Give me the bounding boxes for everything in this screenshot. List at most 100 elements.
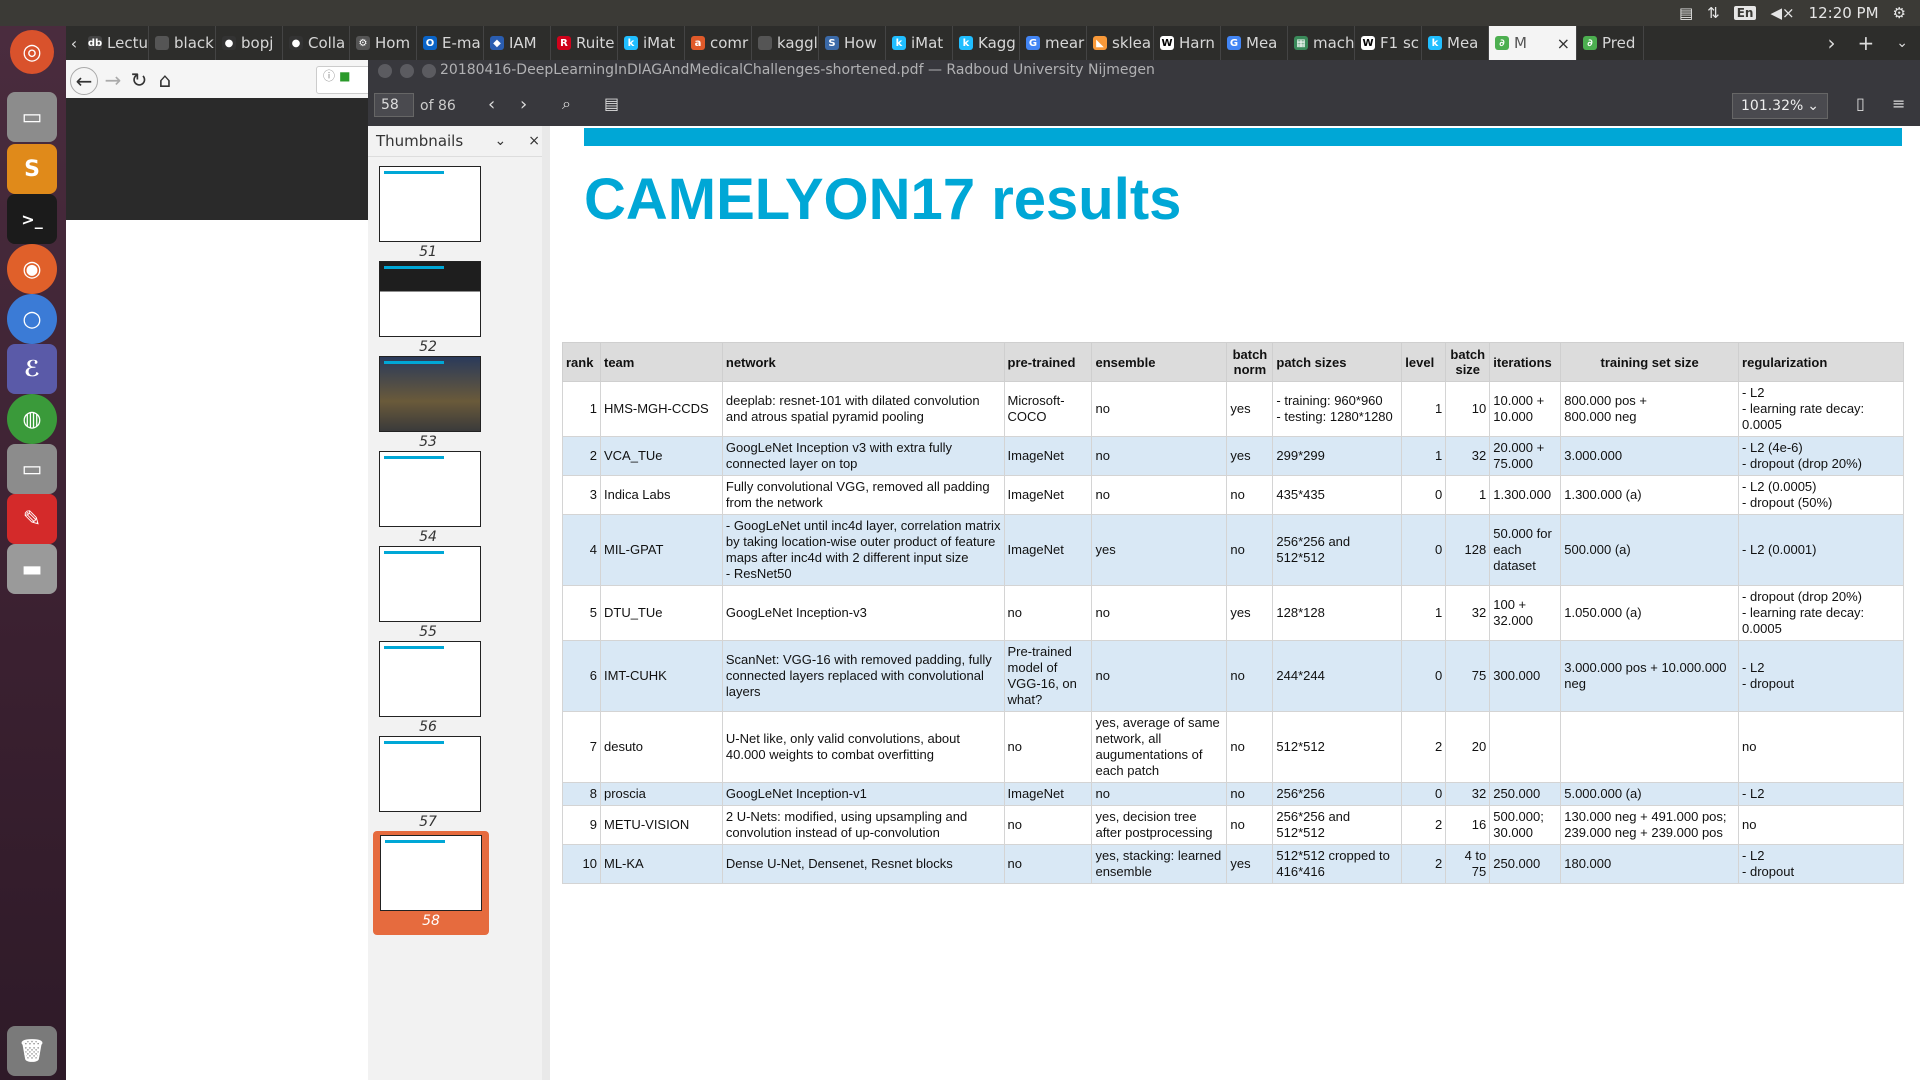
files-icon[interactable]: ▭ xyxy=(7,92,57,142)
results-table: rank team network pre-trained ensemble batch … xyxy=(562,342,1904,884)
table-cell: 2 xyxy=(1401,805,1447,845)
minimize-window-icon[interactable] xyxy=(400,64,414,78)
browser-tab[interactable]: R Ruite xyxy=(551,26,618,60)
document-properties-icon[interactable]: ▯ xyxy=(1856,94,1865,113)
sidebar-toggle-icon[interactable]: ▤ xyxy=(604,94,619,113)
next-page-icon[interactable]: › xyxy=(520,94,527,115)
browser-tab[interactable]: ● Colla xyxy=(283,26,350,60)
chevron-down-icon[interactable]: ⌄ xyxy=(495,133,507,149)
github-icon: ● xyxy=(289,36,303,50)
new-tab-icon[interactable]: + xyxy=(1858,31,1875,55)
table-cell: 5.000.000 (a) xyxy=(1560,782,1740,806)
zoom-select[interactable]: 101.32% ⌄ xyxy=(1732,93,1828,119)
trash-icon[interactable]: 🗑 xyxy=(7,1026,57,1076)
tabs-scroll-right-icon[interactable]: › xyxy=(1828,31,1836,55)
earth-icon[interactable]: ◍ xyxy=(7,394,57,444)
browser-tab[interactable]: ● bopj xyxy=(216,26,283,60)
page-thumbnail[interactable]: 54 xyxy=(379,451,481,545)
tab-list-icon[interactable]: ⌄ xyxy=(1896,35,1908,51)
browser-tab[interactable]: Gmear xyxy=(1020,26,1087,60)
browser-tab[interactable]: k iMat xyxy=(618,26,685,60)
tab-label: How xyxy=(844,34,877,52)
forward-icon[interactable]: → xyxy=(100,67,126,93)
page-thumbnail[interactable]: 57 xyxy=(379,736,481,830)
thumbnail-stripe xyxy=(385,840,445,843)
page-thumbnail[interactable]: 51 xyxy=(379,166,481,260)
search-icon[interactable]: ⌕ xyxy=(562,94,571,114)
browser-tab[interactable]: k Mea xyxy=(1422,26,1489,60)
browser-tab[interactable]: W F1 sc xyxy=(1355,26,1422,60)
archive-icon[interactable]: ▭ xyxy=(7,444,57,494)
drive-icon[interactable]: ▬ xyxy=(7,544,57,594)
browser-tab[interactable]: ◆ IAM xyxy=(484,26,551,60)
network-icon[interactable]: ⇅ xyxy=(1707,4,1720,22)
table-cell: Dense U-Net, Densenet, Resnet blocks xyxy=(721,844,1005,884)
ubuntu-dash-icon[interactable]: ◎ xyxy=(10,30,54,74)
page-number-input[interactable]: 58 xyxy=(374,93,414,117)
browser-tab[interactable]: ▦ mach xyxy=(1288,26,1355,60)
page-thumbnail[interactable]: 52 xyxy=(379,261,481,355)
browser-tab[interactable]: blackbo xyxy=(149,26,216,60)
terminal-icon[interactable]: >_ xyxy=(7,194,57,244)
browser-tab[interactable]: O E-ma xyxy=(417,26,484,60)
table-cell: 2 xyxy=(1401,844,1447,884)
page-thumbnail[interactable]: 58 xyxy=(373,831,489,935)
thumbnail-page-number: 51 xyxy=(419,244,437,260)
keyboard-icon[interactable]: ▤ xyxy=(1679,4,1693,22)
settings-gear-icon[interactable]: ⚙ xyxy=(1893,4,1906,22)
thumbnail-stripe xyxy=(384,171,444,174)
emacs-icon[interactable]: ℰ xyxy=(7,344,57,394)
tab-label: Hom xyxy=(375,34,411,52)
page-thumbnail[interactable]: 55 xyxy=(379,546,481,640)
chart-icon: ▦ xyxy=(1294,36,1308,50)
shield-icon: ◆ xyxy=(490,36,504,50)
table-cell: 9 xyxy=(562,805,601,845)
sidebar-gutter xyxy=(542,126,550,1080)
chromium-icon[interactable]: ○ xyxy=(7,294,57,344)
table-cell: no xyxy=(1226,475,1274,515)
firefox-icon[interactable]: ◉ xyxy=(7,244,57,294)
table-cell: - L2 (4e-6) - dropout (drop 20%) xyxy=(1738,436,1904,476)
table-cell: yes xyxy=(1226,585,1274,641)
volume-icon[interactable]: ◀× xyxy=(1770,4,1794,22)
language-indicator[interactable]: En xyxy=(1733,6,1757,20)
previous-page-icon[interactable]: ‹ xyxy=(488,94,495,115)
page-thumbnail[interactable]: 56 xyxy=(379,641,481,735)
page-thumbnail[interactable]: 53 xyxy=(379,356,481,450)
tab-label: F1 sc xyxy=(1380,34,1420,52)
sublime-text-icon[interactable]: S xyxy=(7,144,57,194)
browser-tab[interactable]: ◣ sklea xyxy=(1087,26,1154,60)
thumbnail-image xyxy=(379,261,481,337)
browser-tab[interactable]: db Lectu xyxy=(82,26,149,60)
thumbnail-image xyxy=(379,356,481,432)
table-cell: ImageNet xyxy=(1003,514,1093,586)
browser-tab[interactable]: ⚙ Hom xyxy=(350,26,417,60)
back-icon[interactable]: ← xyxy=(70,67,98,95)
menu-icon[interactable]: ≡ xyxy=(1892,94,1905,113)
table-cell: - L2 (0.0005) - dropout (50%) xyxy=(1738,475,1904,515)
tabs-scroll-left-icon[interactable]: ‹ xyxy=(66,26,82,60)
clock[interactable]: 12:20 PM xyxy=(1809,4,1879,22)
background-window-dark xyxy=(66,98,368,220)
document-viewer-icon[interactable]: ✎ xyxy=(7,494,57,544)
browser-tab[interactable]: a comr xyxy=(685,26,752,60)
browser-tab[interactable]: G Mea xyxy=(1221,26,1288,60)
close-tab-icon[interactable]: × xyxy=(1557,34,1570,53)
close-icon[interactable]: × xyxy=(528,133,540,149)
home-icon[interactable]: ⌂ xyxy=(152,67,178,93)
tab-label: Mea xyxy=(1246,34,1278,52)
maximize-window-icon[interactable] xyxy=(422,64,436,78)
browser-tab[interactable]: k Kagg xyxy=(953,26,1020,60)
browser-tab[interactable]: k iMat xyxy=(886,26,953,60)
browser-tab[interactable]: ∂ M × xyxy=(1489,26,1577,60)
browser-tab[interactable]: W Harn xyxy=(1154,26,1221,60)
browser-tab[interactable]: S How xyxy=(819,26,886,60)
browser-tab[interactable]: ∂ Pred xyxy=(1577,26,1644,60)
reload-icon[interactable]: ↻ xyxy=(126,67,152,93)
table-cell: 1.050.000 (a) xyxy=(1560,585,1740,641)
kaggle-icon: k xyxy=(959,36,973,50)
tab-label: Harn xyxy=(1179,34,1215,52)
close-window-icon[interactable] xyxy=(378,64,392,78)
tab-label: kaggle.c xyxy=(777,34,818,52)
browser-tab[interactable]: kaggle.c xyxy=(752,26,819,60)
